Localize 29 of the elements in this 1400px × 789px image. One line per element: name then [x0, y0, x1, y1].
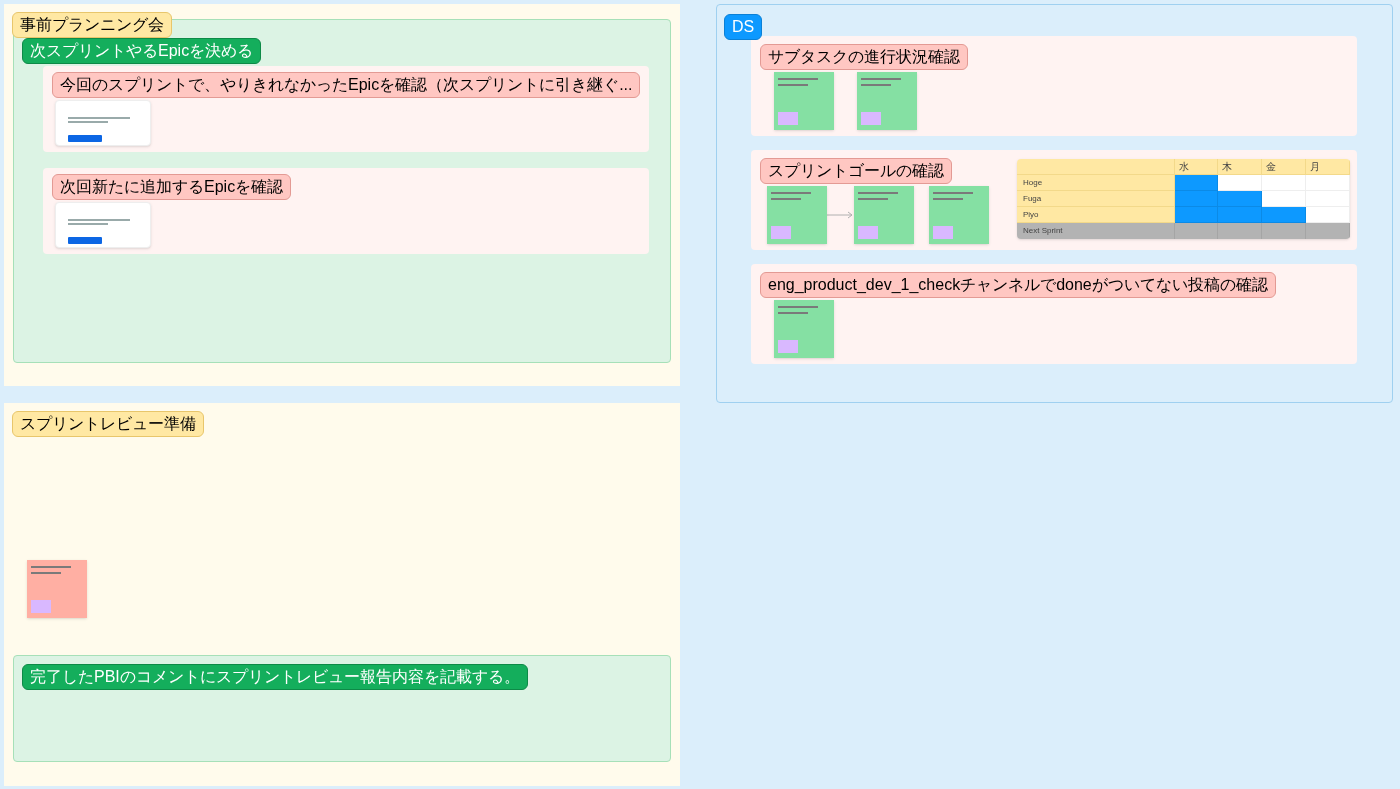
sticky-scribble-drawing: [771, 192, 811, 239]
section-title[interactable]: スプリントゴールの確認: [760, 158, 952, 184]
row-label: Next Sprint: [1017, 223, 1175, 239]
sticky-note[interactable]: [929, 186, 989, 244]
link-preview-drawing: [68, 219, 132, 245]
row-label: Fuga: [1017, 191, 1175, 207]
section-title[interactable]: サブタスクの進行状況確認: [760, 44, 968, 70]
section-title[interactable]: eng_product_dev_1_checkチャンネルでdoneがついてない投稿の確認: [760, 272, 1276, 298]
sticky-scribble-drawing: [778, 306, 818, 353]
row-label: Hoge: [1017, 175, 1175, 191]
link-preview-card[interactable]: [55, 202, 151, 248]
section-title[interactable]: スプリントレビュー準備: [12, 411, 204, 437]
sticky-scribble-drawing: [933, 192, 973, 239]
sticky-scribble-drawing: [31, 566, 71, 613]
sticky-note[interactable]: [854, 186, 914, 244]
sticky-note[interactable]: [27, 560, 87, 618]
sticky-note[interactable]: [857, 72, 917, 130]
sticky-scribble-drawing: [778, 78, 818, 125]
section-title[interactable]: 事前プランニング会: [12, 12, 172, 38]
sticky-scribble-drawing: [861, 78, 901, 125]
sticky-note[interactable]: [774, 300, 834, 358]
sticky-note[interactable]: [774, 72, 834, 130]
row-label: Piyo: [1017, 207, 1175, 223]
link-preview-card[interactable]: [55, 100, 151, 146]
section-title[interactable]: 次回新たに追加するEpicを確認: [52, 174, 292, 200]
section-title[interactable]: 今回のスプリントで、やりきれなかったEpicを確認（次スプリントに引き継ぐ...: [52, 72, 641, 98]
sticky-scribble-drawing: [858, 192, 898, 239]
link-preview-drawing: [68, 117, 132, 143]
sticky-note[interactable]: [767, 186, 827, 244]
